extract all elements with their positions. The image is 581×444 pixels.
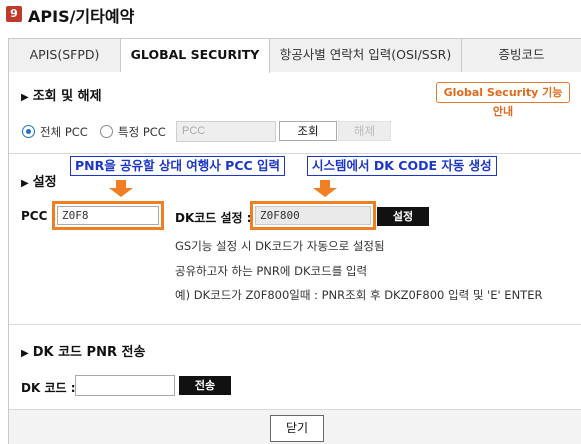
pcc-input[interactable]: Z0F8: [57, 206, 159, 225]
transfer-dk-input[interactable]: [75, 375, 175, 396]
close-button[interactable]: 닫기: [270, 415, 324, 442]
section-divider: [9, 153, 581, 154]
radio-all-pcc-label: 전체 PCC: [40, 125, 88, 139]
dk-code-label: DK코드 설정 :: [175, 211, 252, 225]
window-title: APIS/기타예약: [28, 7, 135, 26]
tab-proof-code[interactable]: 증빙코드: [462, 39, 581, 72]
callout-dk-instruction: 시스템에서 DK CODE 자동 생성: [307, 156, 497, 176]
release-button[interactable]: 해제: [338, 121, 391, 141]
pcc-search-input[interactable]: PCC: [176, 121, 276, 142]
send-button[interactable]: 전송: [179, 376, 231, 395]
transfer-section-title: ▶ DK 코드 PNR 전송: [21, 341, 145, 360]
radio-specific-pcc[interactable]: [100, 125, 113, 138]
main-panel: APIS(SFPD) GLOBAL SECURITY 항공사별 연락처 입력(O…: [8, 38, 581, 444]
triangle-right-icon: ▶: [21, 348, 29, 359]
settings-title-text: 설정: [32, 175, 57, 190]
window-badge: 9: [6, 6, 22, 22]
down-arrow-head-icon: [313, 188, 337, 197]
settings-section-title: ▶ 설정: [21, 171, 57, 190]
note-line-3: 예) DK코드가 Z0F800일때 : PNR조회 후 DKZ0F800 입력 …: [175, 288, 543, 302]
window-titlebar: 9 APIS/기타예약: [0, 0, 581, 28]
tab-airline-contact[interactable]: 항공사별 연락처 입력(OSI/SSR): [270, 39, 462, 72]
down-arrow-icon: [116, 180, 126, 188]
inquiry-section-title: ▶ 조회 및 해제: [21, 85, 102, 104]
radio-specific-pcc-label: 특정 PCC: [118, 125, 166, 139]
tab-bar: APIS(SFPD) GLOBAL SECURITY 항공사별 연락처 입력(O…: [9, 39, 581, 73]
callout-pcc-instruction: PNR을 공유할 상대 여행사 PCC 입력: [70, 156, 286, 176]
global-security-guide-button[interactable]: Global Security 기능 안내: [436, 82, 570, 118]
section-divider: [9, 324, 581, 325]
tab-global-security[interactable]: GLOBAL SECURITY: [121, 39, 270, 73]
inquiry-title-text: 조회 및 해제: [32, 89, 102, 104]
note-line-1: GS기능 설정 시 DK코드가 자동으로 설정됨: [175, 239, 385, 253]
down-arrow-icon: [320, 180, 330, 188]
note-line-2: 공유하고자 하는 PNR에 DK코드를 입력: [175, 264, 368, 278]
radio-all-pcc[interactable]: [22, 125, 35, 138]
dk-code-input[interactable]: Z0F800: [255, 206, 371, 225]
transfer-dk-label: DK 코드 :: [21, 381, 76, 395]
search-button[interactable]: 조회: [279, 121, 337, 141]
set-button[interactable]: 설정: [377, 207, 429, 226]
tab-apis-sfpd[interactable]: APIS(SFPD): [9, 39, 121, 72]
transfer-title-text: DK 코드 PNR 전송: [32, 345, 146, 360]
triangle-right-icon: ▶: [21, 178, 29, 189]
footer-bar: 닫기: [9, 409, 581, 444]
triangle-right-icon: ▶: [21, 92, 29, 103]
down-arrow-head-icon: [109, 188, 133, 197]
